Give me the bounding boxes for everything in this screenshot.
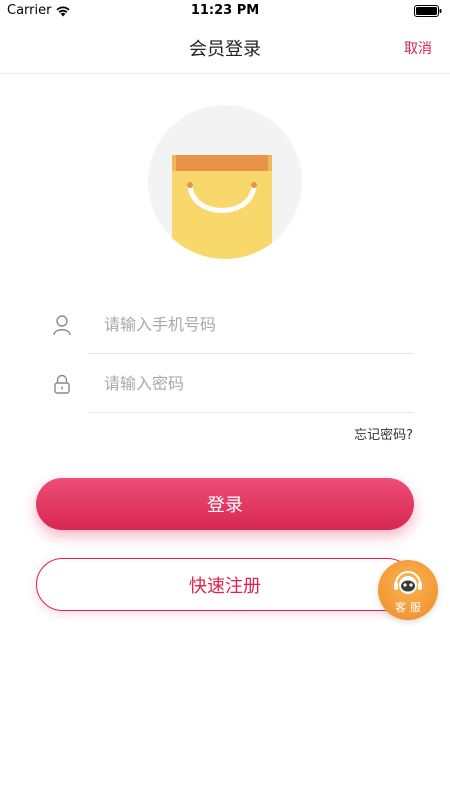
customer-service-button[interactable]: 客服 bbox=[378, 560, 438, 620]
lock-icon bbox=[54, 374, 70, 394]
cancel-button[interactable]: 取消 bbox=[404, 38, 432, 58]
nav-bar: 会员登录 取消 bbox=[0, 22, 450, 74]
password-row bbox=[36, 355, 414, 413]
clock-label: 11:23 PM bbox=[190, 3, 260, 18]
battery-icon bbox=[414, 5, 442, 17]
logo bbox=[148, 105, 302, 259]
service-label: 客服 bbox=[395, 601, 425, 614]
shopping-bag-icon bbox=[172, 155, 272, 259]
password-input[interactable] bbox=[88, 355, 414, 413]
phone-row bbox=[36, 296, 414, 354]
forgot-password-link[interactable]: 忘记密码? bbox=[354, 424, 413, 443]
register-button[interactable]: 快速注册 bbox=[36, 558, 414, 611]
status-bar: Carrier 11:23 PM bbox=[0, 0, 450, 22]
page-title: 会员登录 bbox=[189, 39, 261, 60]
phone-input[interactable] bbox=[88, 296, 414, 354]
robot-headset-icon bbox=[394, 571, 422, 594]
login-button[interactable]: 登录 bbox=[36, 478, 414, 530]
user-icon bbox=[53, 315, 71, 336]
